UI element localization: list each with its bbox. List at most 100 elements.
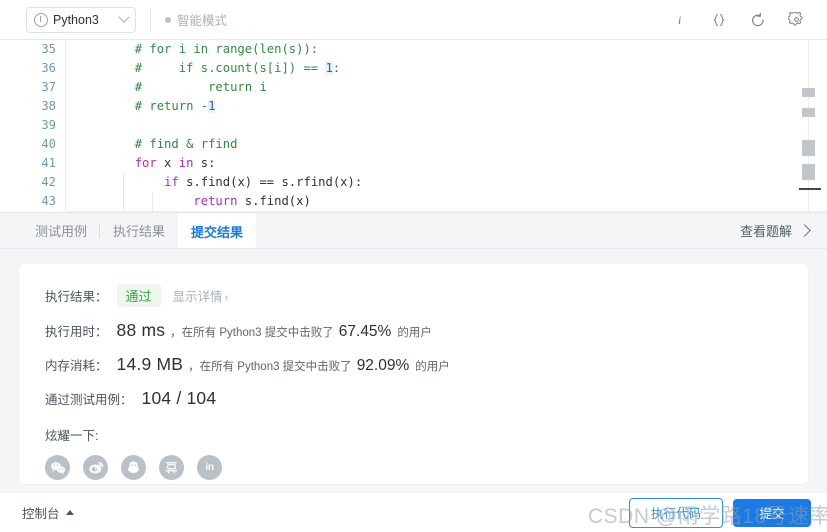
code-line[interactable]: # return -1 <box>76 97 827 116</box>
line-number: 43 <box>41 194 56 208</box>
runtime-tail-text: 的用户 <box>397 327 432 339</box>
code-line[interactable]: for x in s: <box>76 154 827 173</box>
code-token: for <box>134 156 157 170</box>
run-code-button[interactable]: 执行代码 <box>629 497 723 528</box>
linkedin-share-label: in <box>205 462 214 473</box>
test-cases-row: 通过测试用例： 104 / 104 <box>45 388 808 409</box>
submit-button-label: 提交 <box>759 507 785 521</box>
tab-test-cases[interactable]: 测试用例 <box>22 213 101 248</box>
code-token: # if s.count(s[i]) == <box>134 61 326 75</box>
line-number: 39 <box>41 118 56 132</box>
chevron-down-icon[interactable] <box>118 11 130 23</box>
svg-text:i: i <box>678 13 681 27</box>
share-icon-group: in <box>45 455 808 480</box>
chevron-right-icon <box>798 224 811 237</box>
weibo-share-icon[interactable] <box>83 455 108 480</box>
share-prompt-label: 炫耀一下: <box>45 429 99 443</box>
runtime-percentile: 67.45% <box>338 323 392 340</box>
code-token: x <box>156 156 179 170</box>
douban-share-icon[interactable] <box>159 455 184 480</box>
editor-left-pad <box>0 40 24 212</box>
code-line[interactable]: # find & rfind <box>76 135 827 154</box>
runtime-value: 88 ms <box>116 320 166 340</box>
runtime-row: 执行用时： 88 ms ，在所有 Python3 提交中击败了 67.45% 的… <box>45 320 808 341</box>
view-solution-label: 查看题解 <box>739 224 792 239</box>
info-circle-icon <box>34 12 48 27</box>
console-toggle[interactable]: 控制台 <box>22 503 74 522</box>
code-token: return <box>193 194 238 208</box>
tab-run-result[interactable]: 执行结果 <box>100 213 178 248</box>
editor-vertical-scrollbar[interactable] <box>817 40 827 212</box>
tabs-spacer <box>256 213 740 248</box>
caret-up-icon <box>65 510 74 515</box>
line-number: 40 <box>41 137 56 151</box>
indent-guide <box>152 192 153 211</box>
memory-middle-text: ，在所有 Python3 提交中击败了 <box>188 361 352 373</box>
language-selector[interactable]: Python3 <box>26 6 136 33</box>
code-editor[interactable]: 35363738394041424344 # for i in range(le… <box>0 40 827 213</box>
code-line[interactable] <box>76 116 827 135</box>
minimap-marker <box>802 140 815 156</box>
code-line[interactable]: # return i <box>76 78 827 97</box>
chevron-right-small-icon: › <box>224 292 229 304</box>
test-cases-value: 104 / 104 <box>141 388 217 408</box>
memory-value: 14.9 MB <box>116 354 184 374</box>
show-detail-link[interactable]: 显示详情 › <box>173 286 229 305</box>
wechat-share-icon[interactable] <box>45 455 70 480</box>
editor-minimap[interactable] <box>808 40 809 212</box>
code-line[interactable]: return s.find(x) <box>76 192 827 211</box>
minimap-marker <box>802 164 815 180</box>
line-number: 42 <box>41 175 56 189</box>
memory-percentile: 92.09% <box>356 357 410 374</box>
indent-guide <box>123 173 124 211</box>
smart-mode-toggle[interactable]: 智能模式 <box>165 10 227 29</box>
code-token: if <box>164 175 179 189</box>
minimap-marker <box>802 108 815 117</box>
tab-test-cases-label: 测试用例 <box>35 224 88 239</box>
language-selector-left: Python3 <box>34 12 99 27</box>
reset-undo-icon[interactable] <box>749 11 766 28</box>
code-token: in <box>178 156 194 170</box>
tab-submit-result[interactable]: 提交结果 <box>178 213 257 248</box>
toolbar-divider <box>150 8 151 31</box>
result-tabs: 测试用例 执行结果 提交结果 查看题解 <box>0 213 827 249</box>
qq-share-icon[interactable] <box>121 455 146 480</box>
code-token: s.find(x) == s.rfind(x): <box>178 175 363 189</box>
line-number: 36 <box>41 61 56 75</box>
linkedin-share-icon[interactable]: in <box>197 455 222 480</box>
code-token: 1 <box>208 99 216 113</box>
tab-run-result-label: 执行结果 <box>113 224 166 239</box>
memory-tail-text: 的用户 <box>415 361 450 373</box>
line-number: 41 <box>41 156 56 170</box>
settings-gear-icon[interactable] <box>788 11 805 28</box>
code-token: s.find(x) <box>237 194 311 208</box>
code-content-area[interactable]: # for i in range(len(s)): # if s.count(s… <box>66 40 827 212</box>
bottom-action-bar: 控制台 执行代码 提交 CSDN @雨学路18号速率神 <box>0 493 827 532</box>
current-line-highlight <box>66 211 827 212</box>
runtime-label: 执行用时： <box>45 325 108 339</box>
language-label: Python3 <box>53 12 99 27</box>
code-line[interactable]: # if s.count(s[i]) == 1: <box>76 59 827 78</box>
info-italic-icon[interactable]: i <box>671 11 688 28</box>
test-cases-label: 通过测试用例： <box>45 393 133 407</box>
submit-button[interactable]: 提交 <box>733 498 811 527</box>
result-status-row: 执行结果： 通过 显示详情 › <box>45 284 808 307</box>
view-solution-link[interactable]: 查看题解 <box>740 213 827 248</box>
code-token: 1 <box>325 61 333 75</box>
memory-row: 内存消耗： 14.9 MB ，在所有 Python3 提交中击败了 92.09%… <box>45 354 808 375</box>
submission-result-panel: 执行结果： 通过 显示详情 › 执行用时： 88 ms ，在所有 Python3 … <box>0 249 827 493</box>
code-token: s: <box>193 156 216 170</box>
status-dot-icon <box>165 16 171 23</box>
minimap-marker <box>802 88 815 97</box>
code-line[interactable]: # for i in range(len(s)): <box>76 40 827 59</box>
console-toggle-label: 控制台 <box>22 507 60 521</box>
code-line[interactable]: if s.find(x) == s.rfind(x): <box>76 173 827 192</box>
code-token: # return - <box>134 99 209 113</box>
tab-submit-result-label: 提交结果 <box>191 224 244 240</box>
toolbar-icon-group: i <box>671 11 813 28</box>
memory-label: 内存消耗： <box>45 359 108 373</box>
braces-icon[interactable] <box>710 11 727 28</box>
editor-toolbar: Python3 智能模式 i <box>0 0 827 40</box>
line-number-gutter: 35363738394041424344 <box>24 40 66 212</box>
show-detail-label: 显示详情 <box>172 290 223 304</box>
